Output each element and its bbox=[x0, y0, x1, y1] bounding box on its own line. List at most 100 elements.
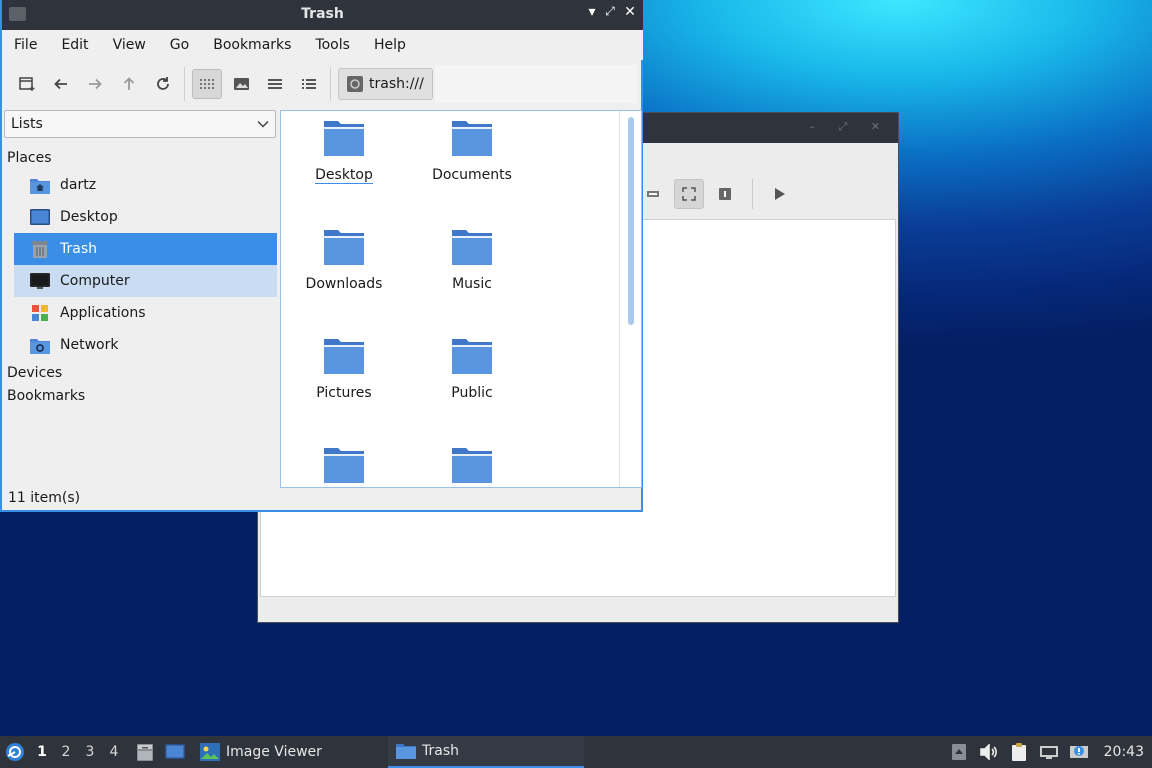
workspace-3[interactable]: 3 bbox=[78, 744, 102, 760]
sidebar-item-label: Network bbox=[60, 337, 119, 353]
icon-view-icon[interactable] bbox=[192, 69, 222, 99]
file-item-music[interactable]: Music bbox=[412, 228, 532, 292]
network-icon bbox=[30, 335, 50, 355]
forward-arrow-icon[interactable] bbox=[80, 69, 110, 99]
menu-go[interactable]: Go bbox=[158, 37, 201, 53]
vertical-scrollbar[interactable] bbox=[619, 111, 641, 487]
workspace-1[interactable]: 1 bbox=[30, 744, 54, 760]
file-item-label: Downloads bbox=[305, 276, 383, 292]
side-pane-mode-select[interactable]: Lists bbox=[4, 110, 276, 138]
start-menu-button[interactable] bbox=[0, 742, 30, 762]
sidebar-item-dartz[interactable]: dartz bbox=[14, 169, 277, 201]
sidebar-item-desktop[interactable]: Desktop bbox=[14, 201, 277, 233]
minimize-button[interactable]: ▾ bbox=[583, 4, 601, 20]
file-item-folder[interactable] bbox=[412, 446, 532, 487]
home-folder-icon bbox=[30, 175, 50, 195]
applications-icon bbox=[30, 303, 50, 323]
menu-file[interactable]: File bbox=[2, 37, 49, 53]
image-viewer-toolbar bbox=[638, 179, 795, 209]
devices-header[interactable]: Devices bbox=[4, 361, 279, 384]
folder-icon bbox=[452, 448, 492, 483]
toolbar-separator bbox=[752, 179, 753, 209]
menu-view[interactable]: View bbox=[101, 37, 158, 53]
sidebar: Lists Places dartz Desktop Trash Compute… bbox=[4, 110, 279, 488]
sidebar-item-computer[interactable]: Computer bbox=[14, 265, 277, 297]
location-button[interactable]: trash:/// bbox=[338, 68, 433, 100]
menu-bar: File Edit View Go Bookmarks Tools Help bbox=[2, 30, 643, 60]
workspace-2[interactable]: 2 bbox=[54, 744, 78, 760]
file-cabinet-icon bbox=[137, 744, 153, 761]
folder-icon bbox=[324, 121, 364, 156]
maximize-button[interactable]: ⤢ bbox=[601, 4, 619, 19]
sidebar-item-label: Trash bbox=[60, 241, 97, 257]
file-item-folder[interactable] bbox=[284, 446, 404, 487]
sidebar-item-network[interactable]: Network bbox=[14, 329, 277, 361]
scrollbar-thumb[interactable] bbox=[628, 117, 634, 325]
toolbar-separator bbox=[184, 67, 185, 101]
file-manager-launcher[interactable] bbox=[130, 742, 160, 762]
places-header[interactable]: Places bbox=[4, 146, 279, 169]
toolbar-separator bbox=[330, 67, 331, 101]
folder-icon bbox=[452, 121, 492, 156]
up-arrow-icon[interactable] bbox=[114, 69, 144, 99]
detailed-list-icon[interactable] bbox=[294, 69, 324, 99]
image-viewer-icon bbox=[200, 743, 220, 761]
back-arrow-icon[interactable] bbox=[46, 69, 76, 99]
show-desktop-button[interactable] bbox=[160, 743, 190, 761]
trash-icon bbox=[30, 239, 50, 259]
reload-icon[interactable] bbox=[148, 69, 178, 99]
sidebar-item-label: dartz bbox=[60, 177, 97, 193]
menu-tools[interactable]: Tools bbox=[303, 37, 362, 53]
volume-icon[interactable] bbox=[976, 736, 1002, 768]
menu-help[interactable]: Help bbox=[362, 37, 418, 53]
original-size-icon[interactable] bbox=[710, 179, 740, 209]
window-title: Trash bbox=[301, 6, 344, 22]
chevron-down-icon bbox=[257, 120, 269, 128]
menu-bookmarks[interactable]: Bookmarks bbox=[201, 37, 303, 53]
close-button[interactable]: ✕ bbox=[621, 4, 639, 20]
new-tab-icon[interactable] bbox=[12, 69, 42, 99]
workspace-4[interactable]: 4 bbox=[102, 744, 126, 760]
clipboard-icon[interactable] bbox=[1006, 736, 1032, 768]
menu-edit[interactable]: Edit bbox=[49, 37, 100, 53]
file-item-downloads[interactable]: Downloads bbox=[284, 228, 404, 292]
file-icon-view[interactable]: Desktop Documents Downloads Music Pictur… bbox=[280, 110, 642, 488]
file-item-pictures[interactable]: Pictures bbox=[284, 337, 404, 401]
tray-expand-icon[interactable] bbox=[946, 736, 972, 768]
file-item-label: Music bbox=[452, 276, 492, 292]
sidebar-item-applications[interactable]: Applications bbox=[14, 297, 277, 329]
folder-icon bbox=[396, 744, 416, 759]
sidebar-item-label: Computer bbox=[60, 273, 130, 289]
image-viewer-window-controls[interactable]: – ⤢ ✕ bbox=[809, 120, 890, 134]
desktop-icon bbox=[165, 744, 185, 759]
location-path: trash:/// bbox=[369, 76, 424, 92]
compact-view-icon[interactable] bbox=[260, 69, 290, 99]
folder-icon bbox=[324, 339, 364, 374]
computer-icon bbox=[30, 271, 50, 291]
file-manager-titlebar[interactable]: Trash ▾ ⤢ ✕ bbox=[2, 0, 643, 30]
thumbnail-view-icon[interactable] bbox=[226, 69, 256, 99]
file-item-label: Documents bbox=[432, 167, 512, 183]
folder-icon bbox=[324, 448, 364, 483]
location-bar-empty[interactable] bbox=[434, 65, 637, 103]
file-item-label: Desktop bbox=[315, 167, 373, 184]
folder-icon bbox=[452, 230, 492, 265]
file-item-public[interactable]: Public bbox=[412, 337, 532, 401]
network-status-icon[interactable] bbox=[1036, 736, 1062, 768]
fit-window-icon[interactable] bbox=[674, 179, 704, 209]
bookmarks-header[interactable]: Bookmarks bbox=[4, 384, 279, 407]
sidebar-item-label: Desktop bbox=[60, 209, 118, 225]
update-notifier-icon[interactable] bbox=[1066, 736, 1092, 768]
system-tray: 20:43 bbox=[942, 736, 1152, 768]
trash-icon bbox=[347, 76, 363, 92]
file-item-documents[interactable]: Documents bbox=[412, 119, 532, 183]
task-image-viewer[interactable]: Image Viewer bbox=[192, 736, 388, 768]
file-item-desktop[interactable]: Desktop bbox=[284, 119, 404, 184]
toolbar: trash:/// bbox=[2, 62, 643, 106]
task-trash[interactable]: Trash bbox=[388, 736, 584, 768]
slideshow-play-icon[interactable] bbox=[765, 179, 795, 209]
file-manager-window[interactable]: Trash ▾ ⤢ ✕ File Edit View Go Bookmarks … bbox=[0, 0, 643, 512]
taskbar: 1 2 3 4 Image Viewer Trash 20:43 bbox=[0, 736, 1152, 768]
clock[interactable]: 20:43 bbox=[1104, 744, 1144, 760]
sidebar-item-trash[interactable]: Trash bbox=[14, 233, 277, 265]
